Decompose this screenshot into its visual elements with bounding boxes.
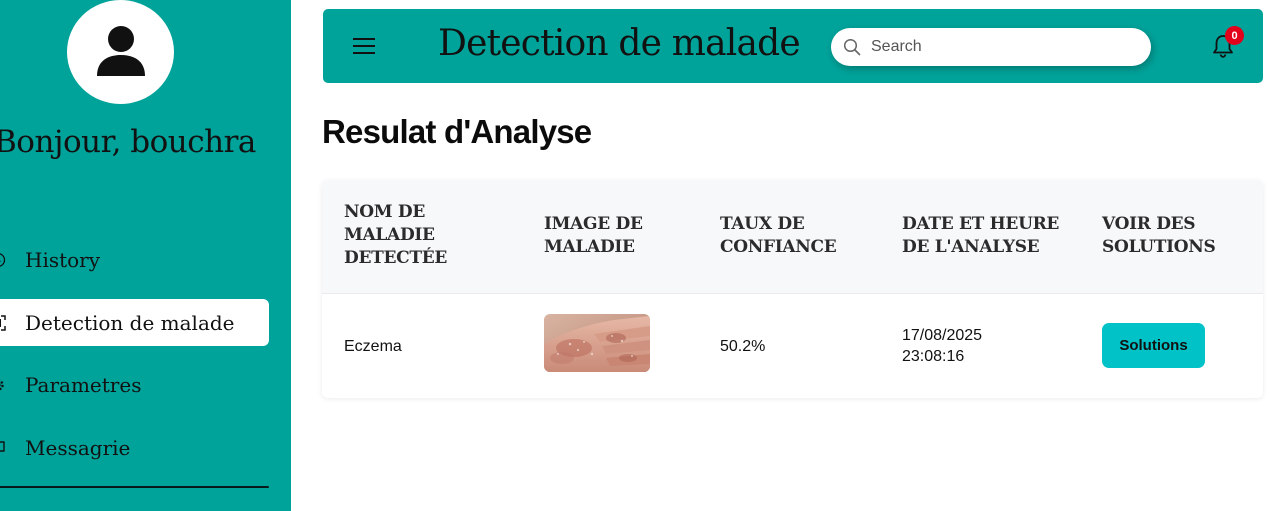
column-header-disease: NOM DE MALADIE DETECTÉE [344,202,448,268]
scan-icon [0,314,6,331]
hamburger-icon[interactable] [353,36,375,56]
history-icon [0,252,6,268]
results-table: NOM DE MALADIE DETECTÉE IMAGE DE MALADIE… [322,180,1263,398]
search-input[interactable] [869,37,1133,57]
sidebar-item-label: Messagrie [25,435,131,460]
disease-name: Eczema [344,338,402,355]
column-header-image: IMAGE DE MALADIE [544,214,643,257]
analysis-date: 17/08/2025 [902,327,983,344]
column-header-solutions: VOIR DES SOLUTIONS [1102,214,1216,257]
sidebar: Bonjour, bouchra History Detection de ma… [0,0,291,511]
table-header: NOM DE MALADIE DETECTÉE IMAGE DE MALADIE… [322,180,1263,294]
sidebar-item-label: Parametres [25,372,142,397]
sidebar-item-messagrie[interactable]: Messagrie [0,424,269,471]
gear-icon [0,377,6,393]
sidebar-item-detection[interactable]: Detection de malade [0,299,269,346]
greeting: Bonjour, bouchra [0,124,256,160]
analysis-time: 23:08:16 [902,348,965,365]
message-icon [0,440,6,456]
solutions-button[interactable]: Solutions [1102,323,1205,368]
column-header-confidence: TAUX DE CONFIANCE [720,214,837,257]
disease-image [544,314,650,372]
avatar[interactable] [67,0,174,104]
user-icon [97,26,145,76]
sidebar-divider [0,486,269,488]
confidence-value: 50.2% [720,338,766,355]
column-header-date: DATE ET HEURE DE L'ANALYSE [902,214,1060,257]
sidebar-item-parametres[interactable]: Parametres [0,361,269,408]
sidebar-item-history[interactable]: History [0,236,269,283]
sidebar-item-label: Detection de malade [25,310,235,335]
app-title: Detection de malade [438,23,801,64]
page-title: Resulat d'Analyse [322,113,592,150]
notification-badge: 0 [1225,26,1244,45]
sidebar-item-label: History [25,247,101,272]
search-box[interactable] [831,28,1151,66]
top-bar: Detection de malade 0 [323,9,1263,83]
analysis-datetime: 17/08/2025 23:08:16 [902,325,982,367]
search-icon [843,38,861,56]
